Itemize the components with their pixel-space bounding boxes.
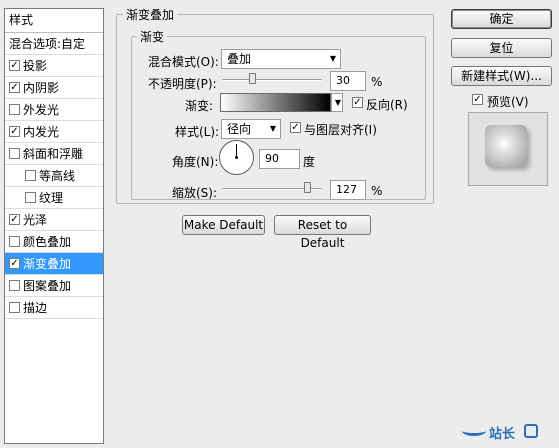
style-item-checkbox[interactable]: ✓ — [9, 60, 20, 71]
style-item-checkbox[interactable] — [9, 280, 20, 291]
style-item-label: 光泽 — [23, 212, 48, 227]
style-item-checkbox[interactable] — [9, 104, 20, 115]
opacity-slider-track[interactable] — [222, 79, 322, 81]
reverse-checkbox[interactable]: ✓ — [352, 97, 363, 108]
angle-input[interactable]: 90 — [259, 149, 300, 169]
style-item[interactable]: 颜色叠加 — [5, 231, 103, 253]
chevron-down-icon: ▼ — [334, 98, 341, 107]
angle-center-dot — [235, 156, 238, 159]
style-item-label: 斜面和浮雕 — [23, 146, 84, 161]
style-preview-thumbnail — [468, 112, 548, 186]
style-item-checkbox[interactable] — [9, 302, 20, 313]
style-item[interactable]: ✓ 内阴影 — [5, 77, 103, 99]
style-item[interactable]: ✓ 投影 — [5, 55, 103, 77]
preview-shape — [485, 125, 527, 167]
style-item[interactable]: ✓ 内发光 — [5, 121, 103, 143]
style-item-label: 颜色叠加 — [23, 234, 72, 249]
gradient-label: 渐变: — [185, 99, 214, 113]
style-item[interactable]: ✓ 光泽 — [5, 209, 103, 231]
style-item[interactable]: 斜面和浮雕 — [5, 143, 103, 165]
style-item[interactable]: 纹理 — [5, 187, 103, 209]
style-select[interactable]: 径向 ▼ — [221, 119, 281, 139]
blend-options-item[interactable]: 混合选项:自定 — [5, 33, 103, 55]
style-item-checkbox[interactable] — [9, 236, 20, 247]
opacity-slider-thumb[interactable] — [249, 73, 256, 84]
style-item[interactable]: 外发光 — [5, 99, 103, 121]
gradient-group-title: 渐变 — [137, 28, 168, 45]
angle-label: 角度(N): — [172, 155, 219, 169]
style-item-checkbox[interactable]: ✓ — [9, 126, 20, 137]
gradient-swatch[interactable] — [220, 93, 331, 112]
chevron-down-icon: ▼ — [269, 124, 276, 133]
style-item-checkbox[interactable] — [9, 148, 20, 159]
blend-mode-label: 混合模式(O): — [148, 55, 219, 69]
style-item-checkbox[interactable]: ✓ — [9, 214, 20, 225]
blend-mode-value: 叠加 — [227, 52, 252, 66]
reset-button[interactable]: 复位 — [451, 38, 552, 58]
reset-to-default-button[interactable]: Reset to Default — [274, 215, 371, 250]
gradient-picker-button[interactable]: ▼ — [331, 93, 343, 112]
opacity-input[interactable]: 30 — [330, 71, 366, 91]
style-item-checkbox[interactable] — [25, 170, 36, 181]
style-item-checkbox[interactable] — [25, 192, 36, 203]
opacity-percent: % — [371, 75, 383, 89]
style-item[interactable]: 描边 — [5, 297, 103, 319]
style-item-label: 纹理 — [39, 190, 64, 205]
style-item[interactable]: ✓ 渐变叠加 — [5, 253, 103, 275]
blend-options-label: 混合选项:自定 — [9, 36, 86, 51]
styles-header: 样式 — [5, 9, 103, 33]
angle-dial[interactable] — [219, 140, 254, 175]
style-item-label: 内阴影 — [23, 80, 60, 95]
style-item-label: 图案叠加 — [23, 278, 72, 293]
style-item-label: 描边 — [23, 300, 48, 315]
opacity-label: 不透明度(P): — [148, 77, 217, 91]
style-item[interactable]: 图案叠加 — [5, 275, 103, 297]
styles-list-panel: 样式 混合选项:自定 ✓ 投影 ✓ 内阴影 外发光 ✓ 内发光 斜面和浮雕 等高线 纹理 ✓ 光泽 颜色… — [4, 8, 104, 444]
chevron-down-icon: ▼ — [329, 54, 336, 63]
make-default-button[interactable]: Make Default — [182, 215, 265, 235]
scale-percent: % — [371, 184, 383, 198]
preview-checkbox[interactable]: ✓ — [472, 94, 483, 105]
style-item-label: 内发光 — [23, 124, 60, 139]
section-title: 渐变叠加 — [123, 6, 178, 23]
angle-unit: 度 — [303, 155, 316, 169]
style-item-checkbox[interactable]: ✓ — [9, 258, 20, 269]
align-with-layer-label: 与图层对齐(I) — [304, 123, 377, 137]
style-value: 径向 — [227, 122, 252, 136]
style-label: 样式(L): — [175, 125, 220, 139]
style-item-label: 等高线 — [39, 168, 76, 183]
style-item-label: 外发光 — [23, 102, 60, 117]
style-item[interactable]: 等高线 — [5, 165, 103, 187]
new-style-button[interactable]: 新建样式(W)... — [451, 66, 552, 86]
scale-input[interactable]: 127 — [330, 180, 366, 200]
reverse-label: 反向(R) — [366, 98, 408, 112]
watermark-swoosh-icon — [462, 426, 486, 436]
scale-label: 缩放(S): — [172, 186, 218, 200]
scale-slider-thumb[interactable] — [304, 182, 311, 193]
preview-label: 预览(V) — [487, 95, 529, 109]
style-item-label: 投影 — [23, 58, 48, 73]
watermark-text: 站长 — [489, 427, 516, 442]
ok-button[interactable]: 确定 — [451, 9, 552, 29]
watermark-logo: 站长 — [462, 420, 557, 444]
blend-mode-select[interactable]: 叠加 ▼ — [221, 49, 341, 69]
align-with-layer-checkbox[interactable]: ✓ — [290, 122, 301, 133]
style-item-checkbox[interactable]: ✓ — [9, 82, 20, 93]
style-item-label: 渐变叠加 — [23, 256, 72, 271]
watermark-badge-icon — [524, 424, 538, 438]
